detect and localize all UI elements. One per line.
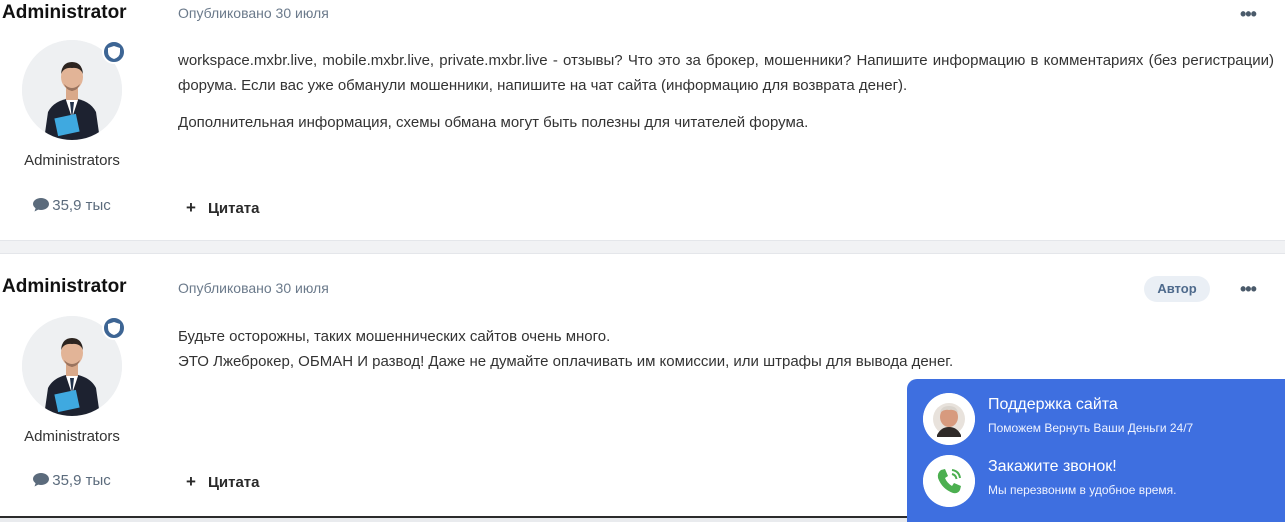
shield-icon xyxy=(102,40,126,64)
shield-icon xyxy=(102,316,126,340)
comment-icon xyxy=(33,473,50,487)
callback-subtitle: Мы перезвоним в удобное время. xyxy=(988,483,1177,497)
post-content: Будьте осторожны, таких мошеннических са… xyxy=(178,324,1274,374)
author-posts-count[interactable]: 35,9 тыс xyxy=(0,472,144,489)
author-group: Administrators xyxy=(24,428,120,445)
plus-icon: + xyxy=(186,472,196,491)
support-widget[interactable]: Поддержка сайта Поможем Вернуть Ваши Ден… xyxy=(907,379,1285,522)
post-line: Будьте осторожны, таких мошеннических са… xyxy=(178,328,611,345)
author-group: Administrators xyxy=(24,152,120,169)
post-1: Administrator Administrators 35,9 тыс Оп… xyxy=(0,0,1285,240)
quote-button[interactable]: + Цитата xyxy=(186,198,260,218)
posts-count-value: 35,9 тыс xyxy=(52,472,111,489)
author-posts-count[interactable]: 35,9 тыс xyxy=(0,197,144,214)
post-content: workspace.mxbr.live, mobile.mxbr.live, p… xyxy=(178,48,1274,147)
author-avatar-wrap[interactable] xyxy=(22,40,126,140)
support-subtitle: Поможем Вернуть Ваши Деньги 24/7 xyxy=(988,421,1194,435)
phone-icon xyxy=(923,455,975,507)
more-icon[interactable]: ••• xyxy=(1240,4,1257,25)
more-icon[interactable]: ••• xyxy=(1240,279,1257,300)
support-agent-avatar xyxy=(923,393,975,445)
author-avatar-wrap[interactable] xyxy=(22,316,126,416)
author-name[interactable]: Administrator xyxy=(2,2,127,24)
author-badge: Автор xyxy=(1144,276,1210,302)
post-date[interactable]: Опубликовано 30 июля xyxy=(178,5,329,21)
post-paragraph: Дополнительная информация, схемы обмана … xyxy=(178,114,809,131)
comment-icon xyxy=(33,198,50,212)
quote-label: Цитата xyxy=(207,200,260,217)
post-separator xyxy=(0,240,1285,254)
post-paragraph: workspace.mxbr.live, mobile.mxbr.live, p… xyxy=(178,52,1274,94)
support-title: Поддержка сайта xyxy=(988,396,1118,413)
quote-button[interactable]: + Цитата xyxy=(186,472,260,492)
callback-title: Закажите звонок! xyxy=(988,458,1117,475)
post-date[interactable]: Опубликовано 30 июля xyxy=(178,280,329,296)
author-name[interactable]: Administrator xyxy=(2,276,127,298)
posts-count-value: 35,9 тыс xyxy=(52,197,111,214)
plus-icon: + xyxy=(186,198,196,217)
quote-label: Цитата xyxy=(207,474,260,491)
post-line: ЭТО Лжеброкер, ОБМАН И развод! Даже не д… xyxy=(178,353,954,370)
